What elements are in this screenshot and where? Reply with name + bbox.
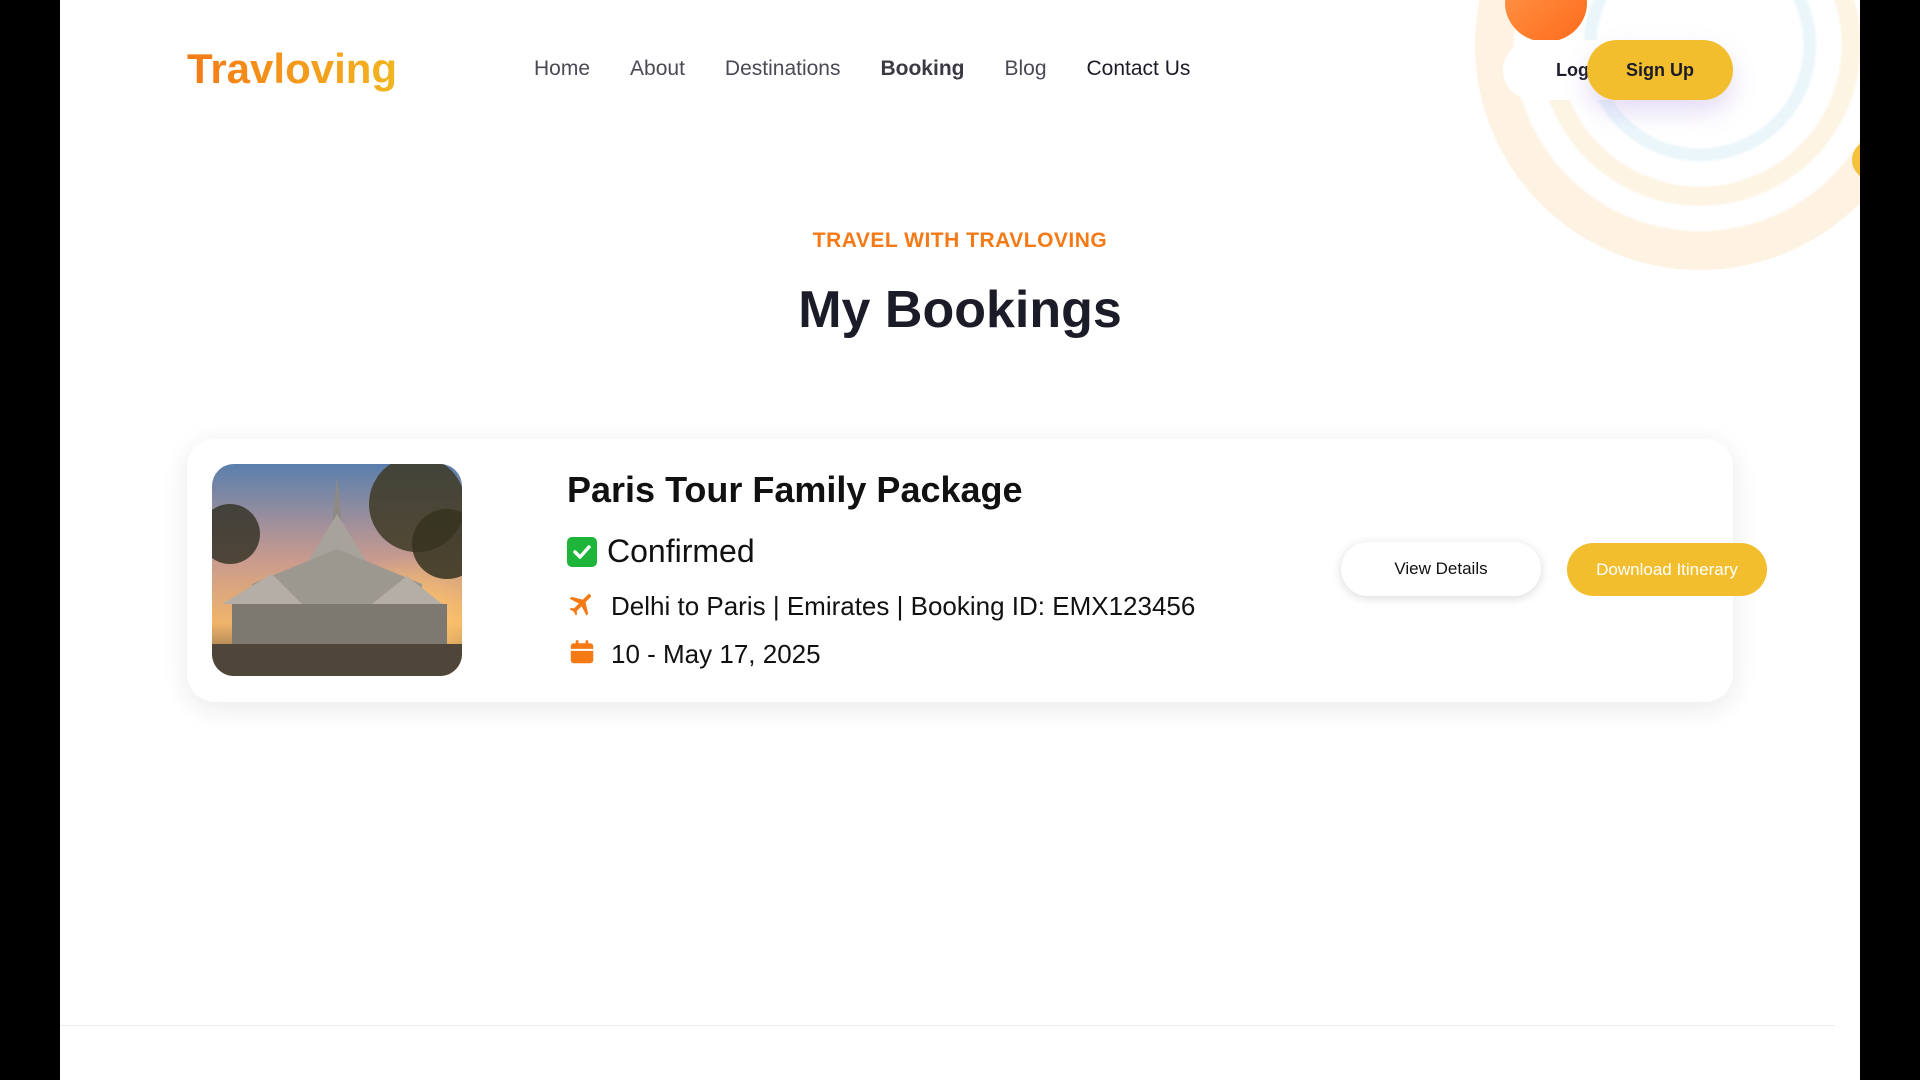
- calendar-icon: [567, 637, 597, 672]
- footer-divider: [60, 1025, 1835, 1026]
- main-nav: Home About Destinations Booking Blog Con…: [534, 57, 1230, 81]
- section-kicker: TRAVEL WITH TRAVLOVING: [812, 229, 1108, 252]
- booking-route-row: Delhi to Paris | Emirates | Booking ID: …: [567, 589, 1195, 624]
- booking-title: Paris Tour Family Package: [567, 469, 1023, 510]
- booking-dates-row: 10 - May 17, 2025: [567, 637, 821, 672]
- site-logo[interactable]: Travloving: [187, 45, 397, 93]
- view-details-button[interactable]: View Details: [1341, 542, 1541, 596]
- download-itinerary-button[interactable]: Download Itinerary: [1567, 543, 1767, 596]
- booking-dates: 10 - May 17, 2025: [611, 639, 821, 669]
- booking-route: Delhi to Paris | Emirates | Booking ID: …: [611, 591, 1196, 621]
- nav-destinations[interactable]: Destinations: [725, 57, 841, 81]
- booking-status: Confirmed: [567, 533, 755, 570]
- page: Travloving Home About Destinations Booki…: [60, 0, 1860, 1080]
- airplane-icon: [567, 589, 597, 624]
- white-check-mark-icon: [567, 536, 597, 567]
- status-label: Confirmed: [607, 533, 755, 569]
- nav-contact-us[interactable]: Contact Us: [1087, 57, 1191, 81]
- page-title: My Bookings: [798, 281, 1122, 339]
- nav-booking[interactable]: Booking: [880, 57, 964, 81]
- nav-blog[interactable]: Blog: [1004, 57, 1046, 81]
- temple-image: [212, 464, 462, 676]
- nav-home[interactable]: Home: [534, 57, 590, 81]
- booking-card: Paris Tour Family Package Confirmed Delh…: [187, 439, 1767, 702]
- signup-button[interactable]: Sign Up: [1587, 40, 1733, 100]
- nav-about[interactable]: About: [630, 57, 685, 81]
- booking-thumbnail: [212, 464, 462, 676]
